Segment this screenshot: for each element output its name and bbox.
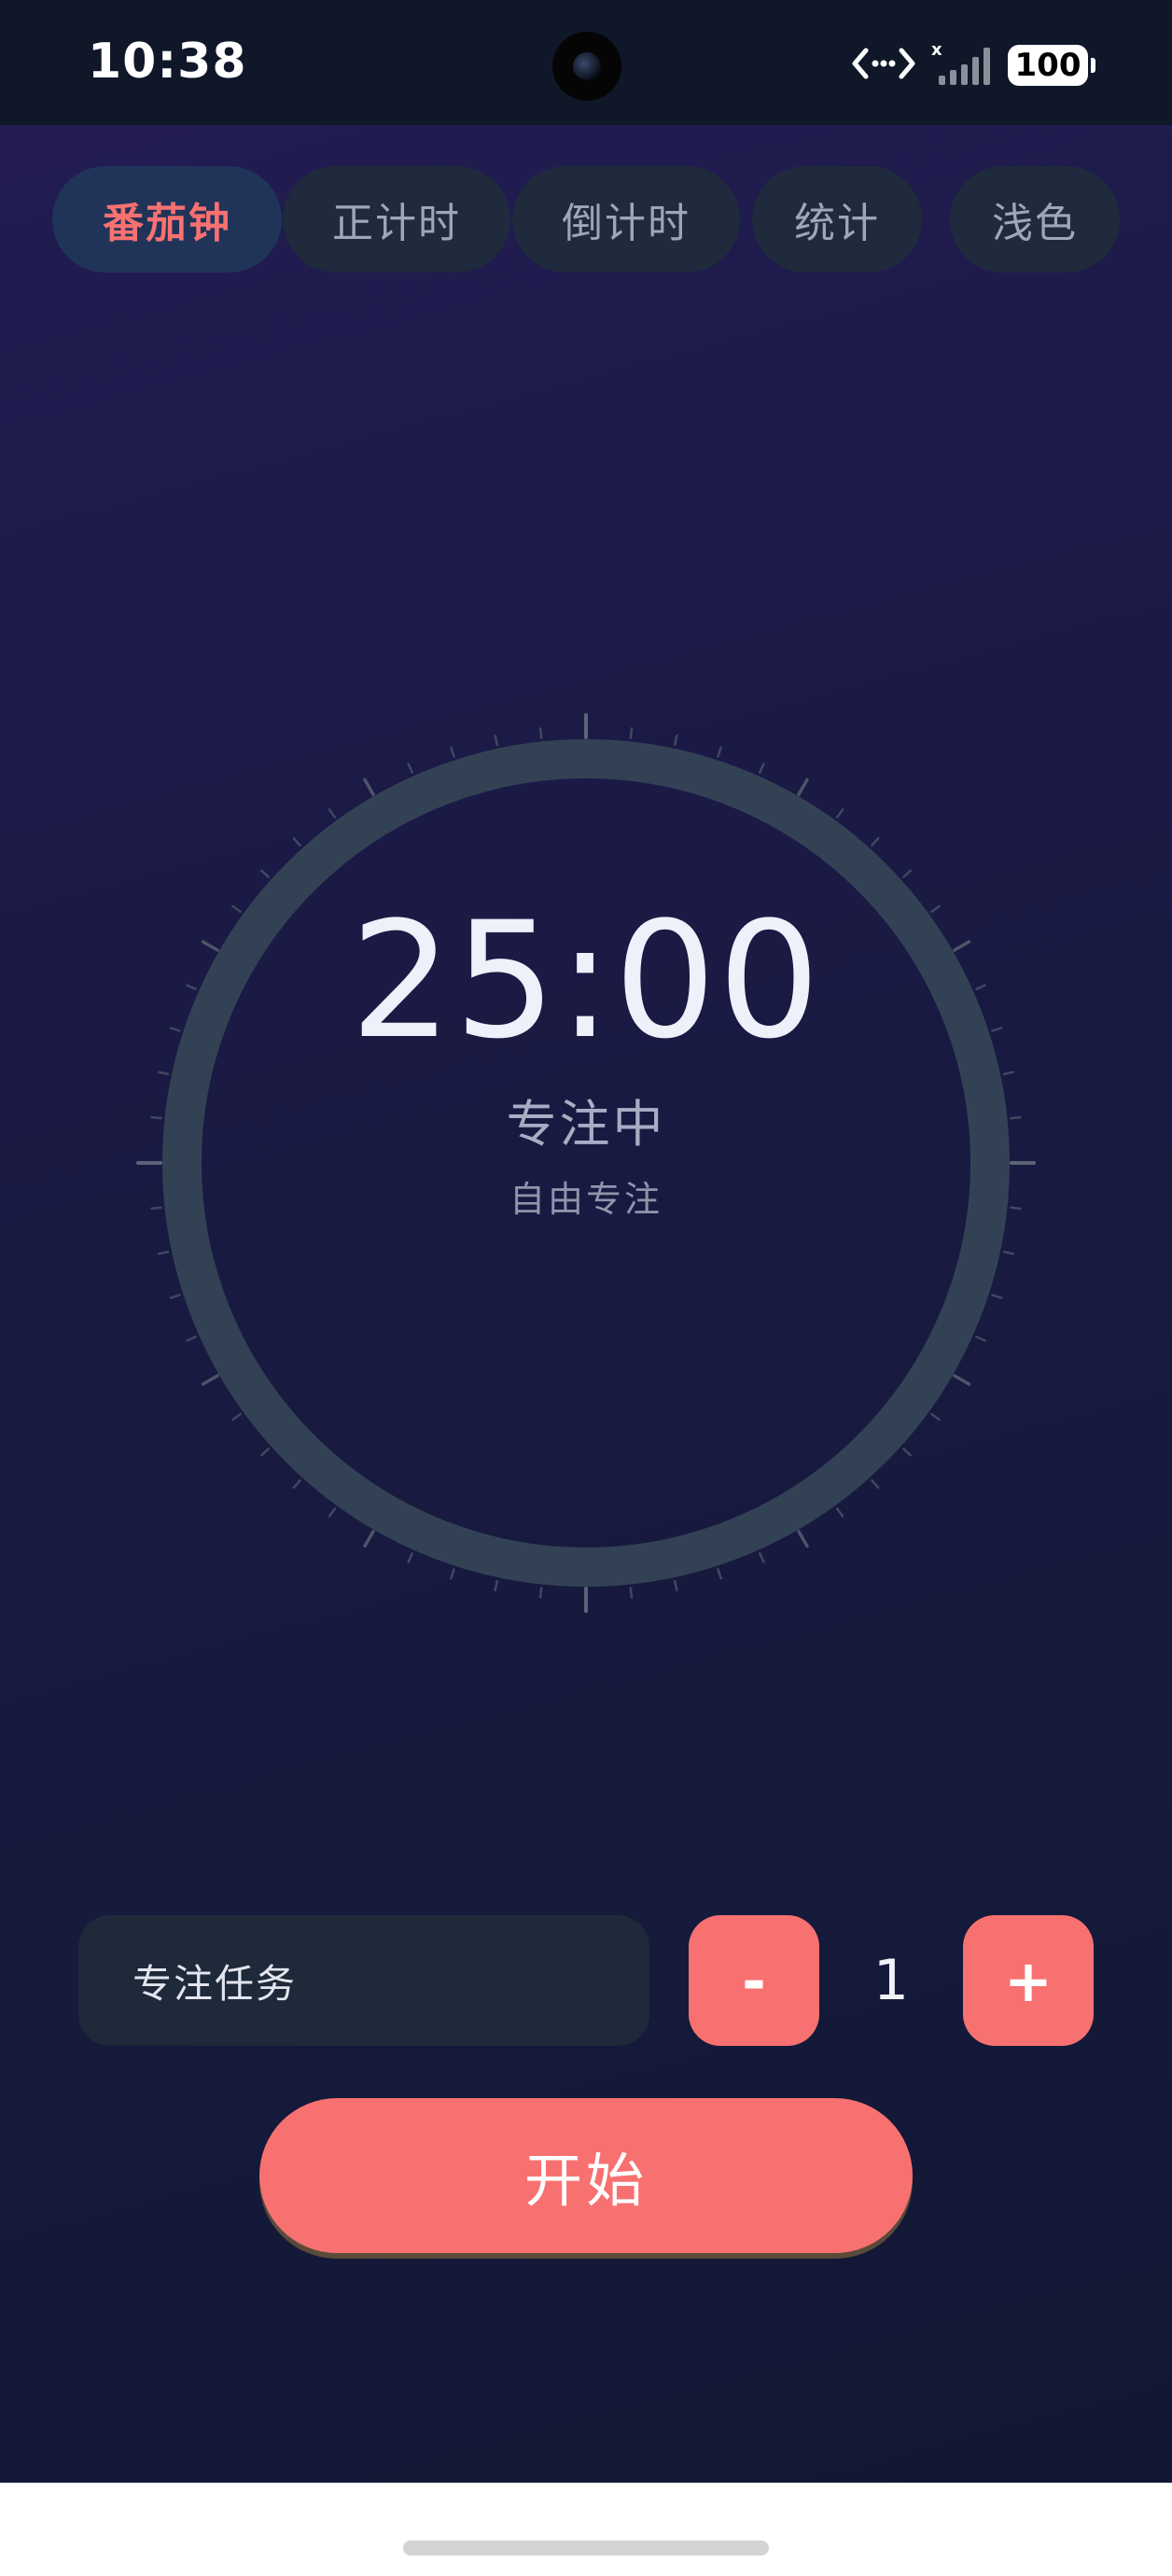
progress-ring-track [162, 739, 1010, 1587]
dial-tick [328, 808, 337, 819]
dial-tick [991, 1294, 1003, 1299]
dial-tick [629, 727, 634, 739]
dial-tick [835, 808, 844, 819]
battery-icon: 100 [1008, 45, 1095, 86]
network-arrows-icon [851, 43, 916, 88]
tab-countdown[interactable]: 倒计时 [512, 166, 740, 273]
dial-tick [328, 1507, 337, 1518]
dial-tick [797, 1530, 809, 1548]
dial-tick [717, 1568, 722, 1580]
session-count: 1 [872, 1948, 910, 2013]
dial-tick [538, 1587, 543, 1599]
home-indicator[interactable] [403, 2541, 769, 2555]
dial-tick [629, 1587, 634, 1599]
navigation-bar [0, 2483, 1172, 2576]
dial-tick [673, 734, 678, 747]
tab-light-theme[interactable]: 浅色 [950, 166, 1120, 273]
dial-tick [902, 869, 913, 878]
dial-tick [673, 1579, 678, 1592]
dial-tick [407, 1552, 413, 1563]
dial-tick [902, 1448, 913, 1457]
dial-tick [201, 1374, 219, 1386]
timer-display: 25:00 [350, 887, 822, 1074]
dial-tick [292, 1479, 301, 1490]
dial-tick [407, 763, 413, 774]
dial-tick [494, 1579, 499, 1592]
dial-tick [231, 1412, 242, 1421]
dial-tick [363, 777, 375, 796]
tab-pomodoro[interactable]: 番茄钟 [52, 166, 282, 273]
timer-status: 专注中 [506, 1095, 666, 1154]
dial-tick [871, 836, 880, 847]
dial-tick [259, 1448, 270, 1457]
dial-tick [953, 1374, 971, 1386]
dial-tick [759, 1552, 765, 1563]
dial-tick [363, 1530, 375, 1548]
tab-statistics[interactable]: 统计 [752, 166, 922, 273]
dial-tick [835, 1507, 844, 1518]
status-bar: 10:38 x 100 [0, 0, 1172, 125]
start-button[interactable]: 开始 [259, 2098, 913, 2253]
dial-tick [759, 763, 765, 774]
front-camera [552, 32, 621, 101]
dial-tick [871, 1479, 880, 1490]
app-screen: 番茄钟 正计时 倒计时 统计 浅色 25:00 专注中 自由专注 专注任务 - … [0, 125, 1172, 2483]
dial-tick [450, 746, 455, 758]
dial-tick [797, 777, 809, 796]
dial-ticks [136, 713, 1036, 1613]
dial-tick [494, 734, 499, 747]
increment-button[interactable]: + [963, 1915, 1094, 2046]
task-input[interactable]: 专注任务 [78, 1915, 649, 2046]
decrement-button[interactable]: - [689, 1915, 819, 2046]
focus-mode: 自由专注 [509, 1179, 663, 1220]
dial-tick [930, 1412, 941, 1421]
dial-tick [292, 836, 301, 847]
status-icons: x 100 [851, 37, 1095, 93]
dial-tick [450, 1568, 455, 1580]
tab-stopwatch[interactable]: 正计时 [283, 166, 510, 273]
signal-icon: x [929, 40, 995, 91]
dial-tick [259, 869, 270, 878]
timer-dial [136, 713, 1036, 1613]
dial-tick [538, 727, 543, 739]
dial-tick [717, 746, 722, 758]
dial-tick [1002, 1250, 1015, 1255]
svg-text:x: x [931, 40, 942, 60]
dial-tick [157, 1250, 170, 1255]
status-time: 10:38 [88, 34, 247, 90]
dial-tick [975, 1336, 986, 1342]
dial-tick [169, 1294, 181, 1299]
dial-tick [186, 1336, 197, 1342]
